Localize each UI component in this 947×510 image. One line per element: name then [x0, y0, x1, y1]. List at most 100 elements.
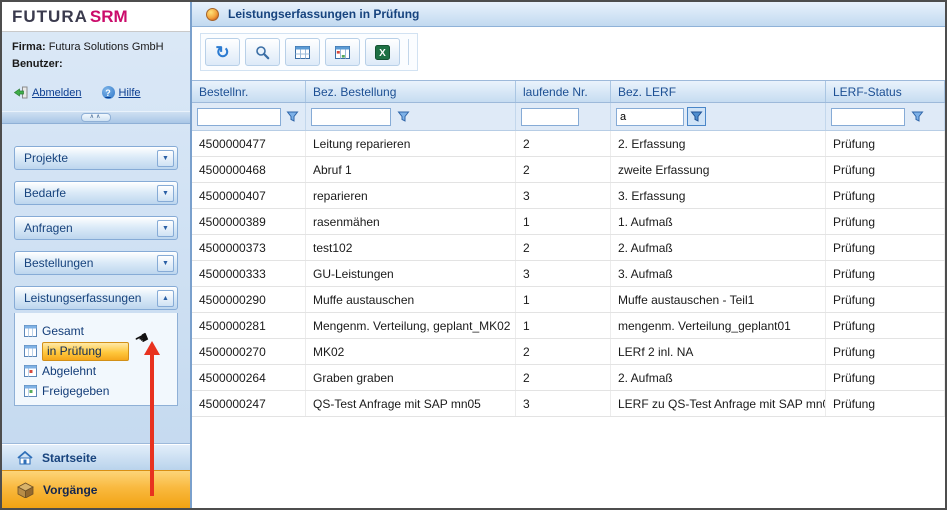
cell-laufende-nr: 2 [516, 339, 611, 364]
funnel-icon [397, 110, 410, 123]
table-row[interactable]: 4500000247 QS-Test Anfrage mit SAP mn05 … [192, 391, 945, 417]
search-button[interactable] [245, 38, 280, 66]
sidebar-item-startseite[interactable]: Startseite [2, 444, 190, 470]
toolbar-separator [408, 39, 409, 65]
cell-bez-lerf: LERF zu QS-Test Anfrage mit SAP mn05 [611, 391, 826, 416]
cell-bestellnr: 4500000270 [192, 339, 306, 364]
cell-laufende-nr: 3 [516, 391, 611, 416]
table-row[interactable]: 4500000468 Abruf 1 2 zweite Erfassung Pr… [192, 157, 945, 183]
filter-funnel-button[interactable] [394, 107, 413, 126]
table-row[interactable]: 4500000477 Leitung reparieren 2 2. Erfas… [192, 131, 945, 157]
table-row[interactable]: 4500000290 Muffe austauschen 1 Muffe aus… [192, 287, 945, 313]
filter-input-lerf-status[interactable] [831, 108, 905, 126]
filter-input-bez-bestellung[interactable] [311, 108, 391, 126]
cell-laufende-nr: 3 [516, 183, 611, 208]
cell-bez-bestellung: rasenmähen [306, 209, 516, 234]
cell-lerf-status: Prüfung [826, 365, 945, 390]
help-link[interactable]: ? Hilfe [102, 86, 141, 99]
chevron-down-icon[interactable]: ▼ [157, 185, 174, 202]
chevron-down-icon[interactable]: ▼ [157, 220, 174, 237]
logout-link[interactable]: Abmelden [14, 86, 82, 99]
collapse-chevrons-icon: ∧∧ [81, 113, 112, 122]
table-row[interactable]: 4500000389 rasenmähen 1 1. Aufmaß Prüfun… [192, 209, 945, 235]
table-row[interactable]: 4500000270 MK02 2 LERf 2 inl. NA Prüfung [192, 339, 945, 365]
logo-futura-text: FUTURA [12, 7, 88, 26]
page-icon [206, 8, 219, 21]
cell-laufende-nr: 2 [516, 131, 611, 156]
main-content: Leistungserfassungen in Prüfung ↻ X Best… [192, 2, 945, 508]
cell-bez-lerf: 3. Erfassung [611, 183, 826, 208]
column-header-bestellnr[interactable]: Bestellnr. [192, 81, 306, 102]
list-icon [24, 345, 37, 357]
cell-laufende-nr: 1 [516, 209, 611, 234]
firma-value: Futura Solutions GmbH [49, 41, 164, 53]
list-icon [24, 385, 37, 397]
grid-icon [295, 46, 310, 59]
cell-laufende-nr: 1 [516, 313, 611, 338]
refresh-icon: ↻ [215, 44, 229, 61]
table-row[interactable]: 4500000281 Mengenm. Verteilung, geplant_… [192, 313, 945, 339]
sidebar-item-bedarfe[interactable]: Bedarfe ▼ [14, 181, 178, 205]
cell-laufende-nr: 2 [516, 235, 611, 260]
cell-lerf-status: Prüfung [826, 183, 945, 208]
chevron-down-icon[interactable]: ▼ [157, 150, 174, 167]
sidebar-collapse-handle[interactable]: ∧∧ [2, 111, 190, 124]
chevron-up-icon[interactable]: ▲ [157, 290, 174, 307]
grid-view-button[interactable] [285, 38, 320, 66]
sidebar-item-bestellungen[interactable]: Bestellungen ▼ [14, 251, 178, 275]
funnel-icon [286, 110, 299, 123]
excel-icon: X [375, 45, 390, 60]
list-icon [24, 325, 37, 337]
cell-bez-lerf: Muffe austauschen - Teil1 [611, 287, 826, 312]
column-header-bez-bestellung[interactable]: Bez. Bestellung [306, 81, 516, 102]
cell-lerf-status: Prüfung [826, 235, 945, 260]
package-icon [17, 482, 34, 498]
cell-bez-lerf: zweite Erfassung [611, 157, 826, 182]
column-header-lerf-status[interactable]: LERF-Status [826, 81, 945, 102]
refresh-button[interactable]: ↻ [205, 38, 240, 66]
table-row[interactable]: 4500000264 Graben graben 2 2. Aufmaß Prü… [192, 365, 945, 391]
excel-export-button[interactable]: X [365, 38, 400, 66]
table-row[interactable]: 4500000373 test102 2 2. Aufmaß Prüfung [192, 235, 945, 261]
app-logo: FUTURASRM [2, 2, 190, 32]
column-header-laufende-nr[interactable]: laufende Nr. [516, 81, 611, 102]
firma-label: Firma: [12, 41, 46, 53]
cell-lerf-status: Prüfung [826, 131, 945, 156]
table-row[interactable]: 4500000333 GU-Leistungen 3 3. Aufmaß Prü… [192, 261, 945, 287]
sidebar-item-projekte[interactable]: Projekte ▼ [14, 146, 178, 170]
cell-bestellnr: 4500000373 [192, 235, 306, 260]
filter-funnel-button[interactable] [284, 107, 300, 126]
filter-input-bestellnr[interactable] [197, 108, 281, 126]
sidebar: FUTURASRM Firma: Futura Solutions GmbH B… [2, 2, 192, 508]
sidebar-item-leistungserfassungen[interactable]: Leistungserfassungen ▲ [14, 286, 178, 310]
cell-lerf-status: Prüfung [826, 287, 945, 312]
column-header-bez-lerf[interactable]: Bez. LERF [611, 81, 826, 102]
session-links: Abmelden ? Hilfe [2, 73, 190, 103]
cell-bez-bestellung: Graben graben [306, 365, 516, 390]
table-header-row: Bestellnr. Bez. Bestellung laufende Nr. … [192, 81, 945, 103]
cell-laufende-nr: 3 [516, 261, 611, 286]
cell-bez-bestellung: reparieren [306, 183, 516, 208]
sidebar-item-anfragen[interactable]: Anfragen ▼ [14, 216, 178, 240]
annotation-arrow [150, 354, 154, 496]
table-row[interactable]: 4500000407 reparieren 3 3. Erfassung Prü… [192, 183, 945, 209]
cell-bestellnr: 4500000389 [192, 209, 306, 234]
cell-bez-bestellung: Mengenm. Verteilung, geplant_MK02 [306, 313, 516, 338]
sidebar-item-vorgaenge[interactable]: Vorgänge [2, 470, 190, 508]
filter-funnel-button-active[interactable] [687, 107, 706, 126]
filter-funnel-button[interactable] [908, 107, 927, 126]
grid-edit-button[interactable] [325, 38, 360, 66]
cell-bez-bestellung: QS-Test Anfrage mit SAP mn05 [306, 391, 516, 416]
chevron-down-icon[interactable]: ▼ [157, 255, 174, 272]
filter-input-laufende-nr[interactable] [521, 108, 579, 126]
funnel-icon [911, 110, 924, 123]
cell-bestellnr: 4500000468 [192, 157, 306, 182]
cell-lerf-status: Prüfung [826, 391, 945, 416]
home-icon [17, 451, 33, 465]
cell-bez-lerf: 2. Aufmaß [611, 365, 826, 390]
submenu-item-gesamt[interactable]: Gesamt [24, 322, 173, 340]
filter-input-bez-lerf[interactable] [616, 108, 684, 126]
logout-label: Abmelden [32, 87, 82, 99]
funnel-icon [690, 110, 703, 123]
cell-bez-lerf: 3. Aufmaß [611, 261, 826, 286]
